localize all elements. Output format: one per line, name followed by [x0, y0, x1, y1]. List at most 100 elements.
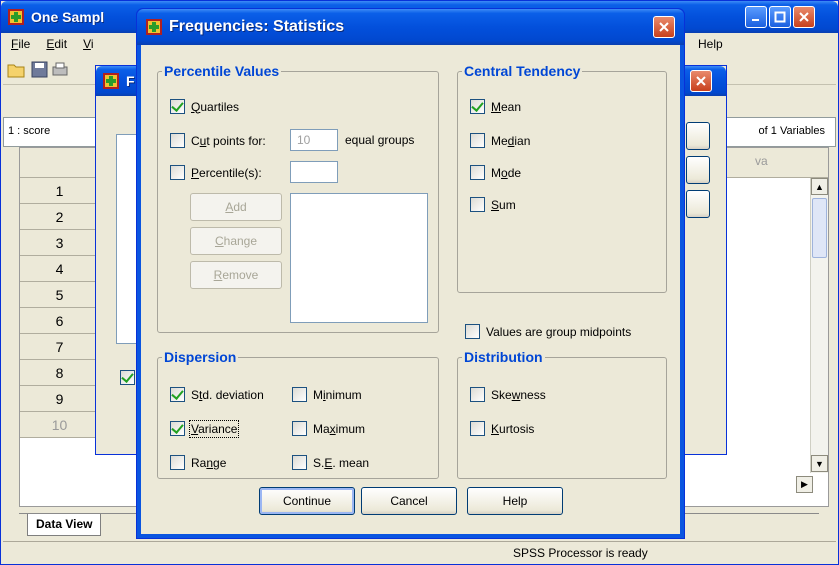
cut-points-input[interactable]: 10 — [290, 129, 338, 151]
close-icon — [799, 12, 809, 22]
vertical-scrollbar[interactable]: ▲ ▼ — [810, 178, 828, 473]
save-icon[interactable] — [31, 61, 49, 79]
continue-button[interactable]: Continue — [259, 487, 355, 515]
checkbox-unchecked-icon — [292, 455, 307, 470]
spss-app-icon — [103, 73, 119, 89]
central-tendency-group: Central Tendency Mean Median Mode Sum — [457, 63, 667, 293]
cut-points-checkbox[interactable]: Cut points for: — [170, 133, 266, 148]
sum-checkbox[interactable]: Sum — [470, 197, 516, 212]
kurtosis-checkbox[interactable]: Kurtosis — [470, 421, 534, 436]
distribution-group: Distribution Skewness Kurtosis — [457, 349, 667, 479]
maximum-checkbox[interactable]: Maximum — [292, 421, 365, 436]
group-midpoints-checkbox[interactable]: Values are group midpoints — [465, 324, 631, 339]
scroll-up-button[interactable]: ▲ — [811, 178, 828, 195]
open-folder-icon[interactable] — [7, 61, 27, 79]
maximize-button[interactable] — [769, 6, 791, 28]
menu-view[interactable]: Vi — [83, 37, 93, 51]
column-header-va[interactable]: va — [755, 154, 768, 168]
cancel-button[interactable]: Cancel — [361, 487, 457, 515]
percentiles-label: Percentile(s): — [191, 165, 262, 180]
maximize-icon — [774, 11, 786, 23]
skewness-label: Skewness — [491, 387, 546, 402]
status-bar: SPSS Processor is ready — [3, 541, 836, 563]
statistics-button[interactable] — [686, 122, 710, 150]
maximum-label: Maximum — [313, 421, 366, 436]
row-header[interactable]: 1 — [20, 178, 100, 204]
checkbox-checked-icon — [170, 99, 185, 114]
add-button[interactable]: Add — [190, 193, 282, 221]
row-header[interactable]: 10 — [20, 412, 100, 438]
percentile-values-group: Percentile Values Quartiles Cut points f… — [157, 63, 439, 333]
checkbox-unchecked-icon — [170, 165, 185, 180]
row-header[interactable]: 5 — [20, 282, 100, 308]
charts-button[interactable] — [686, 156, 710, 184]
checkbox-unchecked-icon — [292, 421, 307, 436]
frequencies-title: F — [126, 73, 135, 89]
checkbox-checked-icon — [120, 370, 135, 385]
mean-checkbox[interactable]: Mean — [470, 99, 521, 114]
menu-edit[interactable]: Edit — [46, 37, 67, 51]
row-header[interactable]: 3 — [20, 230, 100, 256]
frequencies-close-button[interactable] — [690, 70, 712, 92]
mode-checkbox[interactable]: Mode — [470, 165, 521, 180]
percentile-input[interactable] — [290, 161, 338, 183]
statistics-close-button[interactable] — [653, 16, 675, 38]
mode-label: Mode — [491, 165, 522, 180]
statistics-title: Frequencies: Statistics — [169, 18, 345, 35]
status-text: SPSS Processor is ready — [513, 546, 648, 560]
remove-button[interactable]: Remove — [190, 261, 282, 289]
percentile-values-legend: Percentile Values — [164, 63, 280, 79]
variance-checkbox[interactable]: Variance — [170, 419, 240, 438]
percentiles-list[interactable] — [290, 193, 428, 323]
minimum-label: Minimum — [313, 387, 362, 402]
se-mean-checkbox[interactable]: S.E. mean — [292, 455, 369, 470]
skewness-checkbox[interactable]: Skewness — [470, 387, 546, 402]
quartiles-label: Quartiles — [191, 99, 240, 114]
change-button[interactable]: Change — [190, 227, 282, 255]
row-header[interactable]: 9 — [20, 386, 100, 412]
minimize-button[interactable] — [745, 6, 767, 28]
statistics-dialog-body: Percentile Values Quartiles Cut points f… — [141, 45, 680, 534]
minimum-checkbox[interactable]: Minimum — [292, 387, 362, 402]
scroll-thumb[interactable] — [812, 198, 827, 258]
tab-data-view[interactable]: Data View — [27, 514, 102, 536]
menu-help[interactable]: Help — [698, 37, 723, 51]
spss-app-icon — [146, 19, 162, 35]
checkbox-unchecked-icon — [470, 387, 485, 402]
std-deviation-checkbox[interactable]: Std. deviation — [170, 387, 264, 402]
row-header[interactable]: 8 — [20, 360, 100, 386]
row-header[interactable]: 6 — [20, 308, 100, 334]
close-button[interactable] — [793, 6, 815, 28]
row-header[interactable]: 4 — [20, 256, 100, 282]
variables-list[interactable] — [116, 134, 138, 344]
scroll-right-button[interactable]: ▶ — [796, 476, 813, 493]
cut-points-label: Cut points for: — [191, 133, 266, 148]
percentiles-checkbox[interactable]: Percentile(s): — [170, 165, 262, 180]
close-icon — [696, 76, 706, 86]
checkbox-checked-icon — [170, 387, 185, 402]
frequencies-statistics-dialog: Frequencies: Statistics Percentile Value… — [136, 8, 685, 539]
arrow-up-icon: ▲ — [815, 181, 824, 192]
row-header[interactable]: 2 — [20, 204, 100, 230]
range-checkbox[interactable]: Range — [170, 455, 226, 470]
checkbox-unchecked-icon — [170, 133, 185, 148]
spss-app-icon — [8, 9, 24, 25]
dispersion-legend: Dispersion — [164, 349, 237, 365]
statistics-title-bar[interactable]: Frequencies: Statistics — [137, 9, 684, 45]
checkbox-unchecked-icon — [465, 324, 480, 339]
checkbox-unchecked-icon — [170, 455, 185, 470]
checkbox-unchecked-icon — [470, 421, 485, 436]
minimize-icon — [752, 19, 759, 21]
row-header[interactable]: 7 — [20, 334, 100, 360]
help-button[interactable]: Help — [467, 487, 563, 515]
dispersion-group: Dispersion Std. deviation Minimum Varian… — [157, 349, 439, 479]
format-button[interactable] — [686, 190, 710, 218]
quartiles-checkbox[interactable]: Quartiles — [170, 99, 239, 114]
menu-file[interactable]: File — [11, 37, 30, 51]
median-checkbox[interactable]: Median — [470, 133, 530, 148]
scroll-down-button[interactable]: ▼ — [811, 455, 828, 472]
print-icon[interactable] — [51, 61, 69, 79]
arrow-down-icon: ▼ — [815, 458, 824, 469]
range-label: Range — [191, 455, 227, 470]
mean-label: Mean — [491, 99, 522, 114]
